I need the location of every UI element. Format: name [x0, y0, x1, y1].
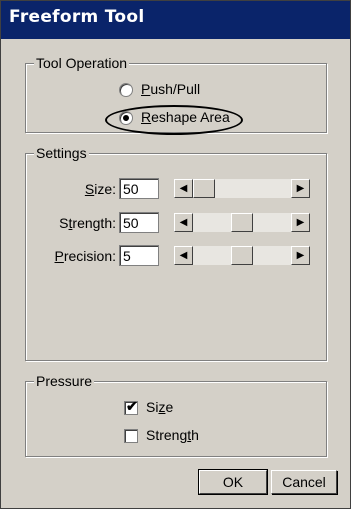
- cancel-button[interactable]: Cancel: [271, 470, 337, 494]
- size-slider-left-arrow-icon[interactable]: ◀: [174, 179, 193, 198]
- size-input[interactable]: 50: [119, 178, 159, 199]
- precision-label: Precision:: [54, 248, 116, 264]
- size-label: Size:: [84, 181, 116, 197]
- freeform-tool-dialog: Freeform Tool Tool Operation Push/Pull R…: [0, 0, 351, 509]
- strength-slider-left-arrow-icon[interactable]: ◀: [174, 213, 193, 232]
- strength-label: Strength:: [59, 215, 116, 231]
- check-icon: ✔: [126, 398, 138, 414]
- radio-push-pull[interactable]: Push/Pull: [119, 81, 229, 99]
- size-slider-thumb[interactable]: [193, 179, 215, 198]
- strength-slider-thumb[interactable]: [231, 213, 253, 232]
- strength-input[interactable]: 50: [119, 212, 159, 233]
- pressure-legend: Pressure: [34, 373, 95, 389]
- pressure-group: Pressure: [25, 373, 327, 457]
- window-title: Freeform Tool: [9, 7, 145, 27]
- title-bar[interactable]: Freeform Tool: [1, 1, 350, 39]
- strength-slider-right-arrow-icon[interactable]: ▶: [291, 213, 310, 232]
- settings-legend: Settings: [34, 145, 89, 161]
- precision-slider-left-arrow-icon[interactable]: ◀: [174, 246, 193, 265]
- checkbox-size-label: Size: [146, 399, 174, 415]
- precision-slider-right-arrow-icon[interactable]: ▶: [291, 246, 310, 265]
- strength-slider[interactable]: ◀ ▶: [174, 213, 310, 232]
- size-slider[interactable]: ◀ ▶: [174, 179, 310, 198]
- precision-slider-thumb[interactable]: [231, 246, 253, 265]
- checkbox-strength-label: Strength: [146, 427, 199, 443]
- precision-slider[interactable]: ◀ ▶: [174, 246, 310, 265]
- checkbox-size-box[interactable]: ✔: [124, 398, 138, 415]
- checkbox-strength-box[interactable]: [124, 429, 138, 443]
- checkbox-strength[interactable]: Strength: [124, 427, 224, 445]
- radio-push-pull-circle[interactable]: [119, 83, 133, 97]
- checkbox-size[interactable]: ✔ Size: [124, 398, 204, 417]
- tool-operation-legend: Tool Operation: [34, 55, 130, 71]
- ok-button[interactable]: OK: [198, 469, 268, 495]
- precision-input[interactable]: 5: [119, 245, 159, 266]
- radio-push-pull-label: Push/Pull: [141, 81, 201, 97]
- highlight-ellipse: [105, 105, 243, 135]
- size-slider-right-arrow-icon[interactable]: ▶: [291, 179, 310, 198]
